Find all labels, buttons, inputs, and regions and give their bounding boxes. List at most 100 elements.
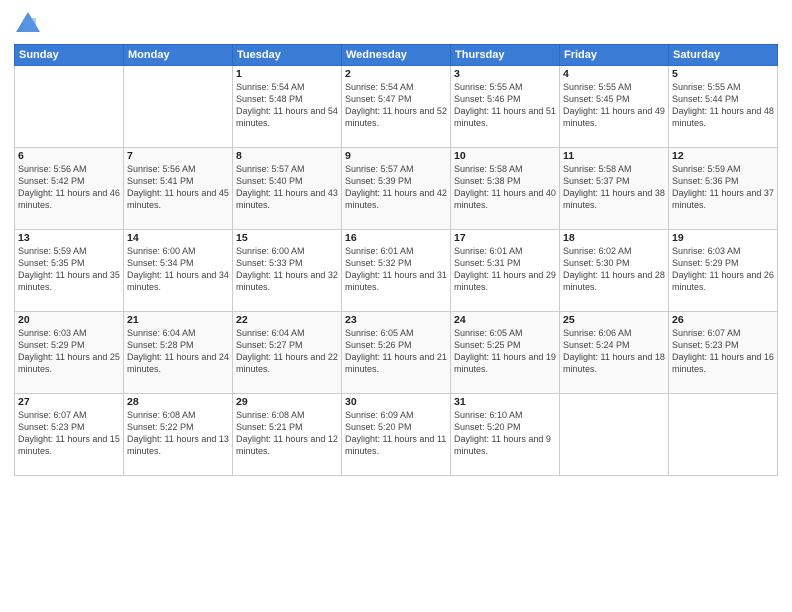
day-number: 7 (127, 150, 229, 162)
weekday-wednesday: Wednesday (342, 45, 451, 66)
day-detail: Sunrise: 6:06 AM Sunset: 5:24 PM Dayligh… (563, 327, 665, 376)
day-detail: Sunrise: 6:04 AM Sunset: 5:28 PM Dayligh… (127, 327, 229, 376)
day-number: 27 (18, 396, 120, 408)
day-number: 11 (563, 150, 665, 162)
day-cell: 10Sunrise: 5:58 AM Sunset: 5:38 PM Dayli… (451, 148, 560, 230)
day-cell: 18Sunrise: 6:02 AM Sunset: 5:30 PM Dayli… (560, 230, 669, 312)
day-detail: Sunrise: 5:55 AM Sunset: 5:46 PM Dayligh… (454, 81, 556, 130)
day-detail: Sunrise: 5:55 AM Sunset: 5:45 PM Dayligh… (563, 81, 665, 130)
week-row-2: 6Sunrise: 5:56 AM Sunset: 5:42 PM Daylig… (15, 148, 778, 230)
day-cell: 24Sunrise: 6:05 AM Sunset: 5:25 PM Dayli… (451, 312, 560, 394)
weekday-friday: Friday (560, 45, 669, 66)
calendar-table: SundayMondayTuesdayWednesdayThursdayFrid… (14, 44, 778, 476)
day-cell: 7Sunrise: 5:56 AM Sunset: 5:41 PM Daylig… (124, 148, 233, 230)
day-number: 28 (127, 396, 229, 408)
day-number: 19 (672, 232, 774, 244)
day-number: 13 (18, 232, 120, 244)
day-cell: 13Sunrise: 5:59 AM Sunset: 5:35 PM Dayli… (15, 230, 124, 312)
day-cell (669, 394, 778, 476)
weekday-monday: Monday (124, 45, 233, 66)
day-detail: Sunrise: 5:59 AM Sunset: 5:36 PM Dayligh… (672, 163, 774, 212)
day-cell: 8Sunrise: 5:57 AM Sunset: 5:40 PM Daylig… (233, 148, 342, 230)
day-number: 16 (345, 232, 447, 244)
day-detail: Sunrise: 6:09 AM Sunset: 5:20 PM Dayligh… (345, 409, 447, 458)
day-detail: Sunrise: 6:10 AM Sunset: 5:20 PM Dayligh… (454, 409, 556, 458)
logo (14, 10, 46, 38)
day-cell: 27Sunrise: 6:07 AM Sunset: 5:23 PM Dayli… (15, 394, 124, 476)
day-number: 22 (236, 314, 338, 326)
day-detail: Sunrise: 5:54 AM Sunset: 5:48 PM Dayligh… (236, 81, 338, 130)
day-detail: Sunrise: 5:56 AM Sunset: 5:41 PM Dayligh… (127, 163, 229, 212)
day-cell: 1Sunrise: 5:54 AM Sunset: 5:48 PM Daylig… (233, 66, 342, 148)
day-cell: 4Sunrise: 5:55 AM Sunset: 5:45 PM Daylig… (560, 66, 669, 148)
day-detail: Sunrise: 6:07 AM Sunset: 5:23 PM Dayligh… (18, 409, 120, 458)
day-detail: Sunrise: 6:05 AM Sunset: 5:25 PM Dayligh… (454, 327, 556, 376)
day-number: 12 (672, 150, 774, 162)
day-detail: Sunrise: 5:55 AM Sunset: 5:44 PM Dayligh… (672, 81, 774, 130)
header (14, 10, 778, 38)
day-cell (15, 66, 124, 148)
day-number: 14 (127, 232, 229, 244)
day-detail: Sunrise: 6:04 AM Sunset: 5:27 PM Dayligh… (236, 327, 338, 376)
day-number: 18 (563, 232, 665, 244)
day-detail: Sunrise: 6:01 AM Sunset: 5:32 PM Dayligh… (345, 245, 447, 294)
page: SundayMondayTuesdayWednesdayThursdayFrid… (0, 0, 792, 612)
day-cell: 28Sunrise: 6:08 AM Sunset: 5:22 PM Dayli… (124, 394, 233, 476)
day-detail: Sunrise: 5:59 AM Sunset: 5:35 PM Dayligh… (18, 245, 120, 294)
week-row-3: 13Sunrise: 5:59 AM Sunset: 5:35 PM Dayli… (15, 230, 778, 312)
day-number: 24 (454, 314, 556, 326)
weekday-tuesday: Tuesday (233, 45, 342, 66)
weekday-header-row: SundayMondayTuesdayWednesdayThursdayFrid… (15, 45, 778, 66)
day-cell: 3Sunrise: 5:55 AM Sunset: 5:46 PM Daylig… (451, 66, 560, 148)
day-number: 21 (127, 314, 229, 326)
day-cell: 21Sunrise: 6:04 AM Sunset: 5:28 PM Dayli… (124, 312, 233, 394)
week-row-1: 1Sunrise: 5:54 AM Sunset: 5:48 PM Daylig… (15, 66, 778, 148)
day-cell: 25Sunrise: 6:06 AM Sunset: 5:24 PM Dayli… (560, 312, 669, 394)
day-detail: Sunrise: 5:57 AM Sunset: 5:39 PM Dayligh… (345, 163, 447, 212)
day-number: 25 (563, 314, 665, 326)
day-cell: 19Sunrise: 6:03 AM Sunset: 5:29 PM Dayli… (669, 230, 778, 312)
weekday-saturday: Saturday (669, 45, 778, 66)
day-number: 15 (236, 232, 338, 244)
weekday-thursday: Thursday (451, 45, 560, 66)
day-detail: Sunrise: 6:05 AM Sunset: 5:26 PM Dayligh… (345, 327, 447, 376)
day-detail: Sunrise: 6:01 AM Sunset: 5:31 PM Dayligh… (454, 245, 556, 294)
day-cell: 15Sunrise: 6:00 AM Sunset: 5:33 PM Dayli… (233, 230, 342, 312)
day-detail: Sunrise: 6:07 AM Sunset: 5:23 PM Dayligh… (672, 327, 774, 376)
day-cell: 14Sunrise: 6:00 AM Sunset: 5:34 PM Dayli… (124, 230, 233, 312)
day-number: 8 (236, 150, 338, 162)
day-cell: 16Sunrise: 6:01 AM Sunset: 5:32 PM Dayli… (342, 230, 451, 312)
day-cell: 12Sunrise: 5:59 AM Sunset: 5:36 PM Dayli… (669, 148, 778, 230)
week-row-5: 27Sunrise: 6:07 AM Sunset: 5:23 PM Dayli… (15, 394, 778, 476)
day-cell: 6Sunrise: 5:56 AM Sunset: 5:42 PM Daylig… (15, 148, 124, 230)
day-number: 5 (672, 68, 774, 80)
day-detail: Sunrise: 5:58 AM Sunset: 5:38 PM Dayligh… (454, 163, 556, 212)
day-number: 31 (454, 396, 556, 408)
day-detail: Sunrise: 6:08 AM Sunset: 5:22 PM Dayligh… (127, 409, 229, 458)
day-cell (560, 394, 669, 476)
day-cell: 22Sunrise: 6:04 AM Sunset: 5:27 PM Dayli… (233, 312, 342, 394)
day-detail: Sunrise: 6:03 AM Sunset: 5:29 PM Dayligh… (18, 327, 120, 376)
day-number: 6 (18, 150, 120, 162)
day-cell: 23Sunrise: 6:05 AM Sunset: 5:26 PM Dayli… (342, 312, 451, 394)
day-detail: Sunrise: 5:58 AM Sunset: 5:37 PM Dayligh… (563, 163, 665, 212)
weekday-sunday: Sunday (15, 45, 124, 66)
day-number: 17 (454, 232, 556, 244)
week-row-4: 20Sunrise: 6:03 AM Sunset: 5:29 PM Dayli… (15, 312, 778, 394)
day-detail: Sunrise: 6:02 AM Sunset: 5:30 PM Dayligh… (563, 245, 665, 294)
day-number: 20 (18, 314, 120, 326)
day-detail: Sunrise: 6:03 AM Sunset: 5:29 PM Dayligh… (672, 245, 774, 294)
day-cell: 5Sunrise: 5:55 AM Sunset: 5:44 PM Daylig… (669, 66, 778, 148)
day-number: 23 (345, 314, 447, 326)
day-cell: 2Sunrise: 5:54 AM Sunset: 5:47 PM Daylig… (342, 66, 451, 148)
day-number: 30 (345, 396, 447, 408)
day-number: 3 (454, 68, 556, 80)
day-cell: 26Sunrise: 6:07 AM Sunset: 5:23 PM Dayli… (669, 312, 778, 394)
day-cell: 29Sunrise: 6:08 AM Sunset: 5:21 PM Dayli… (233, 394, 342, 476)
day-number: 10 (454, 150, 556, 162)
day-cell: 17Sunrise: 6:01 AM Sunset: 5:31 PM Dayli… (451, 230, 560, 312)
day-cell: 31Sunrise: 6:10 AM Sunset: 5:20 PM Dayli… (451, 394, 560, 476)
day-detail: Sunrise: 5:57 AM Sunset: 5:40 PM Dayligh… (236, 163, 338, 212)
day-cell: 30Sunrise: 6:09 AM Sunset: 5:20 PM Dayli… (342, 394, 451, 476)
day-number: 1 (236, 68, 338, 80)
